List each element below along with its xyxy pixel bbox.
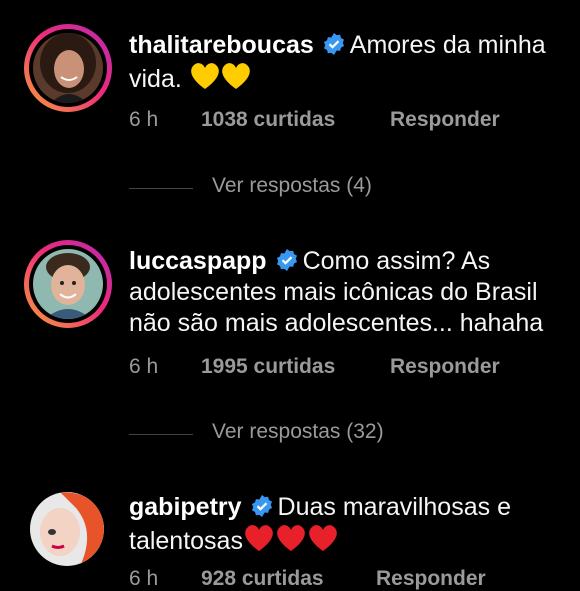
comment-text: Amores da minha	[349, 31, 546, 59]
likes-count[interactable]: 1995 curtidas	[201, 355, 335, 379]
avatar-photo	[33, 249, 103, 319]
divider	[129, 434, 193, 435]
username[interactable]: gabipetry	[129, 493, 242, 521]
likes-count[interactable]: 928 curtidas	[201, 567, 324, 591]
avatar[interactable]	[24, 240, 112, 328]
username[interactable]: luccaspapp	[129, 247, 267, 275]
yellow-hearts-icon	[190, 63, 250, 89]
username[interactable]: thalitareboucas	[129, 31, 314, 59]
comment-line-1: gabipetry Duas maravilhosas e	[129, 492, 580, 523]
comment-line-3: não são mais adolescentes... hahaha	[129, 309, 544, 337]
verified-badge-icon	[323, 33, 344, 55]
view-replies-label: Ver respostas (32)	[212, 420, 384, 443]
comment-time: 6 h	[129, 108, 159, 131]
divider	[129, 188, 193, 189]
comment-time: 6 h	[129, 355, 159, 378]
avatar[interactable]	[30, 492, 104, 566]
comment-text: Como assim? As	[302, 247, 491, 275]
verified-badge-icon	[276, 249, 297, 271]
view-replies-label: Ver respostas (4)	[212, 174, 372, 197]
verified-badge-icon	[251, 495, 272, 517]
avatar-photo	[30, 492, 104, 566]
reply-button[interactable]: Responder	[390, 108, 500, 132]
comment-line-2: vida.	[129, 61, 580, 95]
comment-time: 6 h	[129, 567, 159, 590]
comment-text: talentosas	[129, 527, 243, 555]
comment-line-2: talentosas	[129, 523, 580, 557]
red-hearts-icon	[245, 525, 337, 551]
likes-count[interactable]: 1038 curtidas	[201, 108, 335, 132]
comment-text: vida.	[129, 65, 182, 93]
reply-button[interactable]: Responder	[390, 355, 500, 379]
avatar-photo	[33, 33, 103, 103]
comment-text: Duas maravilhosas e	[277, 493, 511, 521]
avatar[interactable]	[24, 24, 112, 112]
reply-button[interactable]: Responder	[376, 567, 486, 591]
comment-line-1: thalitareboucas Amores da minha	[129, 30, 580, 61]
comment-line-2: adolescentes mais icônicas do Brasil	[129, 278, 538, 306]
comment-line-1: luccaspapp Como assim? As	[129, 246, 580, 277]
